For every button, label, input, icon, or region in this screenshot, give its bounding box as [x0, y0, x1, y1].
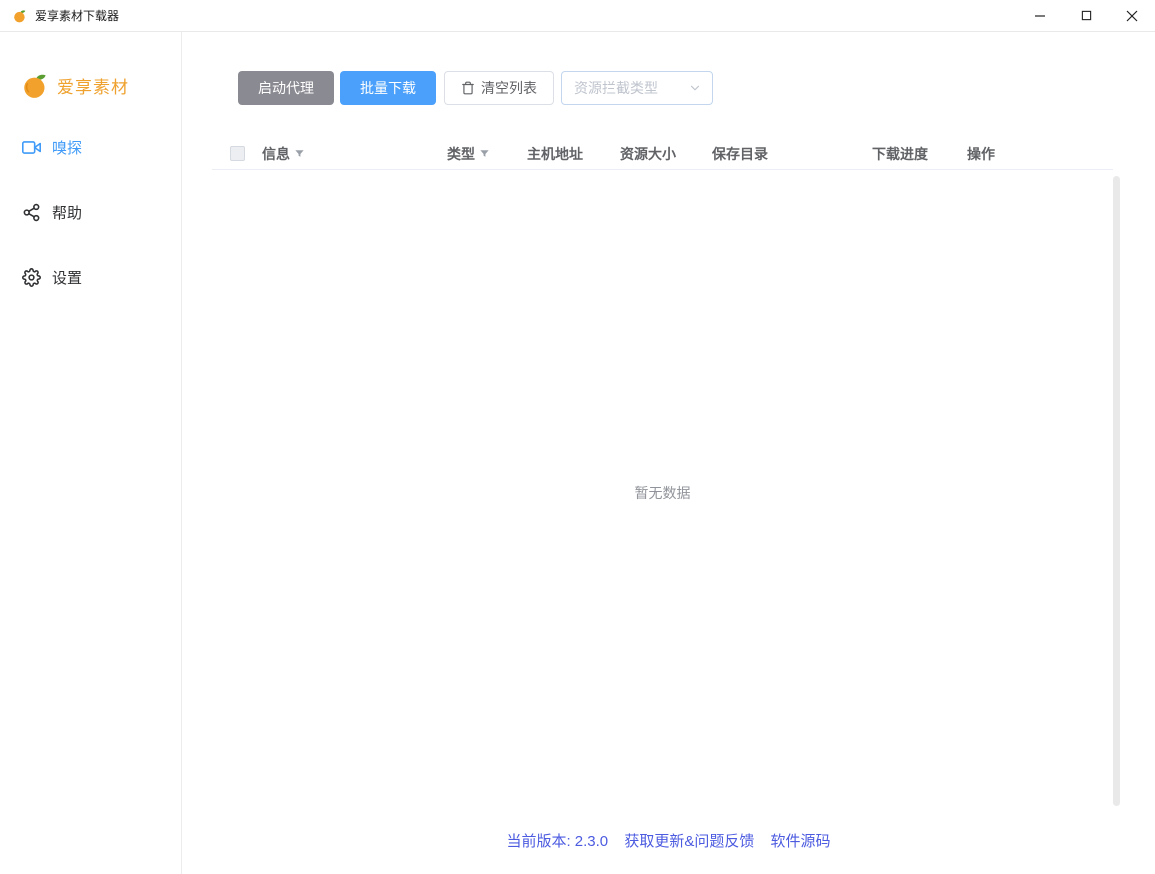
content-area: 爱享素材 嗅探	[0, 32, 1155, 874]
table-body: 暂无数据	[212, 170, 1113, 815]
vertical-scrollbar[interactable]	[1113, 176, 1120, 806]
window-controls	[1017, 0, 1155, 31]
sidebar-item-sniff[interactable]: 嗅探	[22, 137, 181, 158]
sidebar-item-settings[interactable]: 设置	[22, 267, 181, 288]
minimize-button[interactable]	[1017, 0, 1063, 31]
sidebar: 爱享素材 嗅探	[0, 32, 182, 874]
sidebar-nav: 嗅探 帮助	[22, 137, 181, 288]
select-all-checkbox[interactable]	[230, 146, 245, 161]
clear-list-button[interactable]: 清空列表	[444, 71, 554, 105]
column-header-info: 信息	[262, 144, 290, 164]
batch-download-button[interactable]: 批量下载	[340, 71, 436, 105]
footer: 当前版本: 2.3.0 获取更新&问题反馈 软件源码	[182, 830, 1155, 851]
filter-icon[interactable]	[479, 148, 490, 159]
filter-icon[interactable]	[294, 148, 305, 159]
source-code-link[interactable]: 软件源码	[771, 833, 831, 850]
mango-logo-icon	[22, 72, 49, 99]
column-header-size: 资源大小	[620, 144, 676, 164]
version-text: 当前版本: 2.3.0	[506, 833, 608, 850]
app-brand: 爱享素材	[22, 72, 181, 99]
start-proxy-button[interactable]: 启动代理	[238, 71, 334, 105]
sidebar-item-help[interactable]: 帮助	[22, 202, 181, 223]
titlebar: 爱享素材下载器	[0, 0, 1155, 32]
video-icon	[22, 138, 41, 157]
main-panel: 启动代理 批量下载 清空列表 资源拦截类型	[182, 32, 1155, 874]
table-header: 信息 类型 主机地址 资源大小 保存目录 下载进度 操作	[212, 138, 1113, 170]
toolbar: 启动代理 批量下载 清空列表 资源拦截类型	[238, 71, 1155, 105]
column-header-type: 类型	[447, 144, 475, 164]
window-title: 爱享素材下载器	[35, 7, 119, 24]
app-window: 爱享素材下载器 爱	[0, 0, 1155, 874]
empty-state-text: 暂无数据	[635, 483, 691, 503]
trash-icon	[461, 81, 475, 95]
app-logo-icon	[13, 9, 27, 23]
column-header-dir: 保存目录	[712, 144, 768, 164]
sidebar-item-label: 嗅探	[52, 137, 82, 158]
resource-type-select[interactable]: 资源拦截类型	[561, 71, 713, 105]
chevron-down-icon	[688, 81, 702, 95]
column-header-operations: 操作	[967, 144, 995, 164]
column-header-host: 主机地址	[527, 144, 583, 164]
share-icon	[22, 203, 41, 222]
brand-name: 爱享素材	[57, 73, 129, 98]
clear-list-label: 清空列表	[481, 78, 537, 98]
column-header-progress: 下载进度	[872, 144, 928, 164]
gear-icon	[22, 268, 41, 287]
sidebar-item-label: 设置	[52, 267, 82, 288]
close-button[interactable]	[1109, 0, 1155, 31]
feedback-link[interactable]: 获取更新&问题反馈	[624, 833, 754, 850]
sidebar-item-label: 帮助	[52, 202, 82, 223]
resource-type-placeholder: 资源拦截类型	[574, 78, 688, 98]
maximize-button[interactable]	[1063, 0, 1109, 31]
